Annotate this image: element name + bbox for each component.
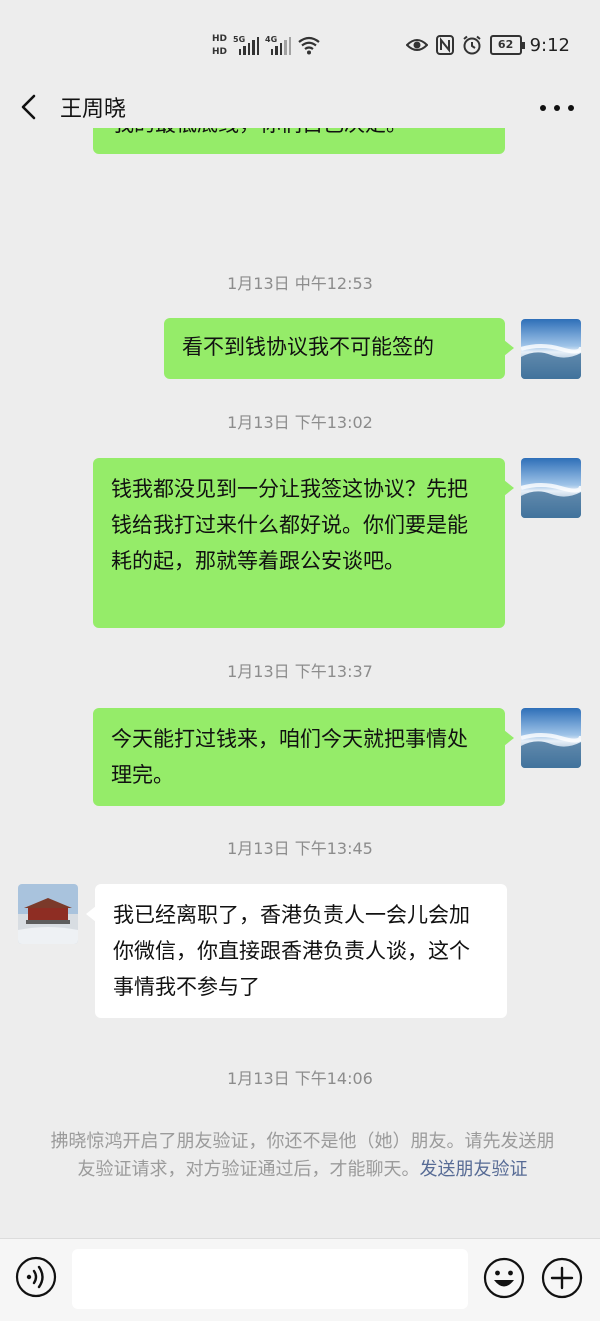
nfc-icon: [435, 35, 454, 55]
page-title: 王周晓: [60, 97, 127, 122]
voice-icon: [15, 1256, 57, 1298]
message-text: 看不到钱协议我不可能签的: [182, 335, 434, 359]
avatar[interactable]: [521, 319, 581, 379]
system-notice: 拂晓惊鸿开启了朋友验证，你还不是他（她）朋友。请先发送朋友验证请求，对方验证通过…: [50, 1128, 555, 1184]
alarm-icon: [462, 35, 481, 55]
more-button[interactable]: [540, 102, 574, 114]
avatar[interactable]: [18, 884, 78, 944]
message-input[interactable]: [72, 1249, 468, 1309]
chevron-left-icon: [21, 94, 36, 120]
eye-icon: [405, 39, 428, 51]
clock: 9:12: [529, 34, 570, 56]
timestamp: 1月13日 下午14:06: [227, 1069, 373, 1088]
signal-icon: 4G: [265, 35, 292, 55]
plus-button[interactable]: [541, 1257, 583, 1303]
message-text: 钱我都没见到一分让我签这协议？先把钱给我打过来什么都好说。你们要是能耗的起，那就…: [111, 477, 468, 573]
message-text: 我已经离职了，香港负责人一会儿会加你微信，你直接跟香港负责人谈，这个事情我不参与…: [113, 903, 470, 999]
back-button[interactable]: [16, 88, 44, 128]
sent-message[interactable]: 看不到钱协议我不可能签的: [164, 318, 514, 379]
network-indicators: HD HD 5G 4G: [212, 28, 321, 62]
timestamp: 1月13日 中午12:53: [227, 274, 373, 293]
avatar[interactable]: [521, 458, 581, 518]
send-verification-link[interactable]: 发送朋友验证: [420, 1159, 528, 1180]
sent-message[interactable]: 钱我都没见到一分让我签这协议？先把钱给我打过来什么都好说。你们要是能耗的起，那就…: [93, 458, 514, 628]
wifi-icon: [298, 36, 320, 55]
plus-icon: [541, 1257, 583, 1299]
hd-badge: HD: [212, 33, 228, 44]
battery-icon: 62: [489, 35, 525, 55]
message-text: 我来电话，该签的我也跟你们签，这是我的最低底线，你们自己决定。: [113, 128, 470, 136]
chat-header: 王周晓: [0, 88, 600, 128]
more-dots-icon: [540, 105, 546, 111]
sent-message[interactable]: 今天能打过钱来，咱们今天就把事情处理完。: [93, 708, 514, 806]
message-text: 今天能打过钱来，咱们今天就把事情处理完。: [111, 727, 468, 787]
system-indicators: 62 9:12: [405, 30, 570, 60]
hd-badge: HD: [212, 46, 228, 57]
timestamp: 1月13日 下午13:37: [227, 662, 373, 681]
timestamp: 1月13日 下午13:02: [227, 413, 373, 432]
signal-icon: 5G: [233, 35, 260, 55]
message-list[interactable]: 我来电话，该签的我也跟你们签，这是我的最低底线，你们自己决定。 1月13日 中午…: [0, 128, 600, 1238]
voice-button[interactable]: [15, 1256, 57, 1302]
status-bar: HD HD 5G 4G 62 9:12: [0, 0, 600, 88]
emoji-icon: [483, 1257, 525, 1299]
timestamp: 1月13日 下午13:45: [227, 839, 373, 858]
received-message[interactable]: 我已经离职了，香港负责人一会儿会加你微信，你直接跟香港负责人谈，这个事情我不参与…: [86, 884, 507, 1018]
sent-message[interactable]: 我来电话，该签的我也跟你们签，这是我的最低底线，你们自己决定。: [93, 128, 505, 154]
avatar[interactable]: [521, 708, 581, 768]
emoji-button[interactable]: [483, 1257, 525, 1303]
input-bar: [0, 1238, 600, 1321]
